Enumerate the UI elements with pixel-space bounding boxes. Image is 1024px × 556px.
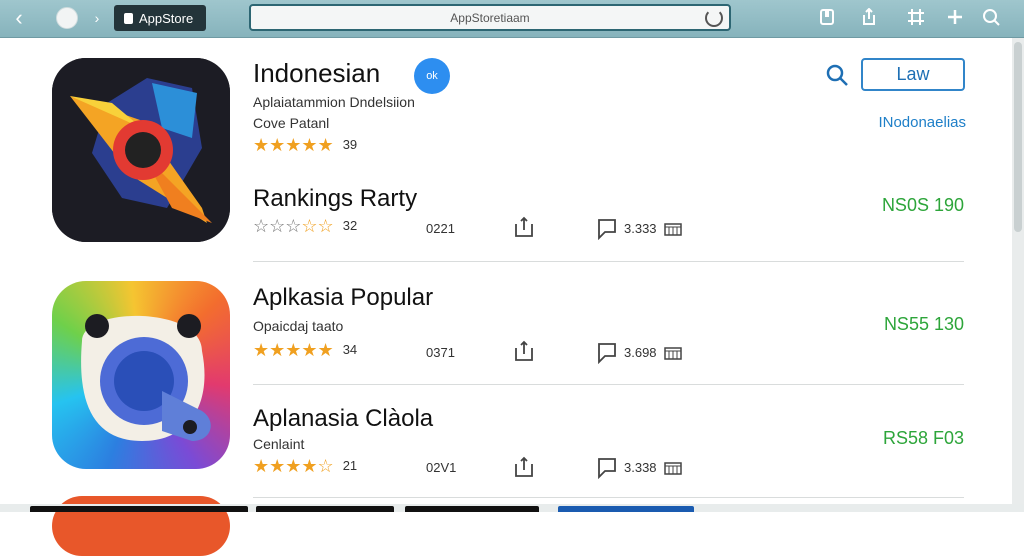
app-rating: ★★★★★ 34: [253, 340, 357, 361]
comment-icon[interactable]: [597, 218, 617, 240]
category-label: Cove Patanl: [253, 115, 330, 131]
taskbar-item[interactable]: [256, 506, 394, 512]
share-toolbar-icon[interactable]: [860, 7, 878, 26]
header-rating: ★★★★★ 39: [253, 135, 357, 156]
grid-icon[interactable]: [907, 8, 925, 26]
profile-icon[interactable]: [982, 8, 1000, 26]
rating-count: 21: [342, 458, 358, 473]
app-name[interactable]: Aplkasia Popular: [253, 284, 433, 312]
tab-label: AppStore: [139, 10, 194, 26]
browser-toolbar: ‹ › AppStore AppStoretiaam: [0, 0, 1024, 38]
app-stat: 3.333: [624, 221, 657, 236]
star-icon: ★★★★★: [253, 340, 334, 360]
app-stat: 3.698: [624, 345, 657, 360]
rating-count: 32: [342, 218, 358, 233]
app-meta: 0371: [426, 345, 455, 360]
scrollbar-thumb[interactable]: [1014, 42, 1022, 232]
comment-icon[interactable]: [597, 457, 617, 479]
comment-icon[interactable]: [597, 342, 617, 364]
page-title: Indonesian: [253, 58, 381, 88]
rating-count: 34: [342, 342, 358, 357]
app-name[interactable]: Rankings Rarty: [253, 185, 417, 213]
share-icon[interactable]: [513, 456, 535, 478]
app-rating: ★★★★☆ 21: [253, 456, 357, 477]
app-meta: 02V1: [426, 460, 457, 475]
url-text: AppStoretiaam: [450, 10, 530, 25]
divider: [253, 497, 964, 498]
app-stat: 3.338: [624, 460, 657, 475]
app-rating: ☆☆☆☆☆ 32: [253, 216, 357, 237]
taskbar-item[interactable]: [405, 506, 539, 512]
divider: [253, 261, 964, 262]
taskbar-item[interactable]: [30, 506, 248, 512]
law-button[interactable]: Law: [861, 58, 965, 91]
star-icon: ★★★★★: [253, 135, 334, 155]
app-icon-popular[interactable]: [52, 281, 230, 469]
reload-icon[interactable]: [705, 9, 723, 27]
app-subtitle: Opaicdaj taato: [253, 318, 344, 334]
lock-icon: [124, 12, 133, 24]
star-outline-icon: ☆: [317, 456, 334, 476]
app-price[interactable]: NS55 130: [884, 314, 964, 335]
url-bar[interactable]: AppStoretiaam: [249, 4, 731, 31]
star-outline-icon: ☆☆☆: [253, 216, 302, 236]
verified-badge: ok: [414, 58, 450, 94]
app-icon-hero[interactable]: [52, 58, 230, 242]
scrollbar[interactable]: [1012, 38, 1024, 504]
publisher-name[interactable]: Aplaiatammion Dndelsiion: [253, 94, 415, 110]
forward-icon[interactable]: ›: [88, 6, 106, 30]
developer-link[interactable]: INodonaelias: [878, 114, 966, 131]
app-price[interactable]: NS0S 190: [882, 195, 964, 216]
divider: [253, 384, 964, 385]
add-icon[interactable]: [946, 8, 964, 26]
app-name[interactable]: Aplanasia Clàola: [253, 405, 433, 433]
back-icon[interactable]: ‹: [8, 5, 30, 30]
app-meta: 0221: [426, 221, 455, 236]
search-icon[interactable]: [825, 63, 849, 87]
taskbar-item[interactable]: [558, 506, 694, 512]
app-subtitle: Cenlaint: [253, 436, 305, 452]
star-icon: ★★★★: [253, 456, 318, 476]
home-circle-icon[interactable]: [56, 7, 78, 29]
browser-tab[interactable]: AppStore: [114, 5, 206, 31]
calendar-icon: [664, 347, 682, 360]
bookmark-icon[interactable]: [818, 8, 836, 26]
calendar-icon: [664, 223, 682, 236]
star-icon: ☆☆: [301, 216, 334, 236]
app-price[interactable]: RS58 F03: [883, 428, 964, 449]
rating-count: 39: [342, 137, 358, 152]
share-icon[interactable]: [513, 216, 535, 238]
calendar-icon: [664, 462, 682, 475]
share-icon[interactable]: [513, 340, 535, 362]
